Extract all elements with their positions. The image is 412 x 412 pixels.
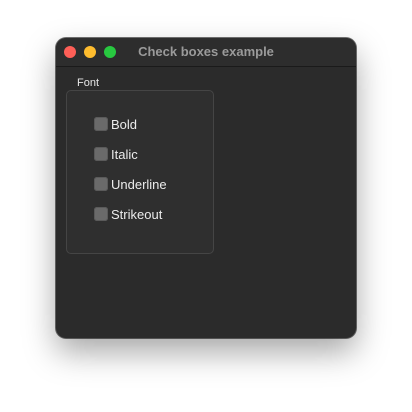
font-groupbox: Bold Italic Underline Strikeout <box>66 90 214 254</box>
checkbox-italic[interactable]: Italic <box>94 145 138 163</box>
window-title: Check boxes example <box>138 44 274 59</box>
checkbox-label[interactable]: Bold <box>111 117 137 132</box>
app-window: Check boxes example Font Bold Italic Und… <box>56 38 356 338</box>
checkbox-box[interactable] <box>94 207 108 221</box>
checkbox-box[interactable] <box>94 177 108 191</box>
group-title-font: Font <box>77 77 100 89</box>
title-bar[interactable]: Check boxes example <box>56 38 356 67</box>
checkbox-box[interactable] <box>94 117 108 131</box>
checkbox-label[interactable]: Italic <box>111 147 138 162</box>
checkbox-label[interactable]: Underline <box>111 177 167 192</box>
checkbox-strikeout[interactable]: Strikeout <box>94 205 162 223</box>
checkbox-box[interactable] <box>94 147 108 161</box>
checkbox-underline[interactable]: Underline <box>94 175 167 193</box>
checkbox-bold[interactable]: Bold <box>94 115 137 133</box>
checkbox-label[interactable]: Strikeout <box>111 207 162 222</box>
